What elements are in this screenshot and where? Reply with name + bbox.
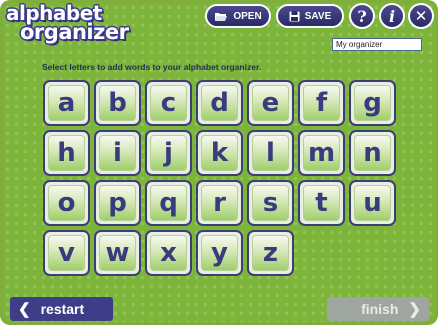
letter-label: q <box>150 185 187 221</box>
letter-grid: abcdefg hijklmn opqrstu vwxyz <box>43 80 396 276</box>
letter-tile-o[interactable]: o <box>43 180 90 226</box>
letter-label: x <box>150 235 187 271</box>
letter-tile-u[interactable]: u <box>349 180 396 226</box>
letter-label: k <box>201 135 238 171</box>
letter-tile-w[interactable]: w <box>94 230 141 276</box>
info-icon: i <box>388 6 396 26</box>
restart-button-label: restart <box>40 301 85 317</box>
letter-label: w <box>99 235 136 271</box>
letter-tile-r[interactable]: r <box>196 180 243 226</box>
letter-label: u <box>354 185 391 221</box>
letter-tile-v[interactable]: v <box>43 230 90 276</box>
letter-label: f <box>303 85 340 121</box>
letter-label: g <box>354 85 391 121</box>
app-logo: alphabet organizer <box>4 1 164 47</box>
letter-tile-i[interactable]: i <box>94 130 141 176</box>
letter-label: e <box>252 85 289 121</box>
help-icon: ? <box>357 6 367 26</box>
save-button[interactable]: SAVE <box>276 4 344 28</box>
letter-label: p <box>99 185 136 221</box>
restart-button[interactable]: ❮ restart <box>10 297 113 321</box>
letter-label: s <box>252 185 289 221</box>
close-icon: ✕ <box>414 7 428 25</box>
letter-label: r <box>201 185 238 221</box>
letter-tile-x[interactable]: x <box>145 230 192 276</box>
close-button[interactable]: ✕ <box>408 3 434 29</box>
letter-tile-y[interactable]: y <box>196 230 243 276</box>
letter-label: d <box>201 85 238 121</box>
letter-label: h <box>48 135 85 171</box>
letter-tile-m[interactable]: m <box>298 130 345 176</box>
logo-line-2: organizer <box>20 20 129 44</box>
help-button[interactable]: ? <box>349 3 375 29</box>
letter-label: t <box>303 185 340 221</box>
letter-tile-k[interactable]: k <box>196 130 243 176</box>
chevron-left-icon: ❮ <box>18 301 31 318</box>
chevron-right-icon: ❯ <box>408 301 421 318</box>
open-button[interactable]: OPEN <box>205 4 271 28</box>
letter-label: v <box>48 235 85 271</box>
letter-label: m <box>303 135 340 171</box>
letter-tile-t[interactable]: t <box>298 180 345 226</box>
open-button-label: OPEN <box>233 10 262 22</box>
floppy-disk-icon <box>289 11 300 21</box>
finish-button: finish ❯ <box>327 297 429 321</box>
letter-tile-g[interactable]: g <box>349 80 396 126</box>
instruction-text: Select letters to add words to your alph… <box>42 62 262 72</box>
letter-tile-n[interactable]: n <box>349 130 396 176</box>
letter-label: l <box>252 135 289 171</box>
letter-label: y <box>201 235 238 271</box>
letter-tile-z[interactable]: z <box>247 230 294 276</box>
letter-label: i <box>99 135 136 171</box>
letter-tile-h[interactable]: h <box>43 130 90 176</box>
letter-tile-j[interactable]: j <box>145 130 192 176</box>
letter-label: a <box>48 85 85 121</box>
letter-tile-f[interactable]: f <box>298 80 345 126</box>
letter-tile-q[interactable]: q <box>145 180 192 226</box>
letter-label: z <box>252 235 289 271</box>
letter-tile-b[interactable]: b <box>94 80 141 126</box>
letter-tile-l[interactable]: l <box>247 130 294 176</box>
letter-tile-a[interactable]: a <box>43 80 90 126</box>
letter-label: c <box>150 85 187 121</box>
letter-tile-s[interactable]: s <box>247 180 294 226</box>
info-button[interactable]: i <box>379 3 405 29</box>
save-button-label: SAVE <box>304 10 332 22</box>
folder-open-icon <box>215 12 228 21</box>
finish-button-label: finish <box>361 301 399 317</box>
letter-label: o <box>48 185 85 221</box>
letter-tile-p[interactable]: p <box>94 180 141 226</box>
letter-tile-c[interactable]: c <box>145 80 192 126</box>
letter-label: b <box>99 85 136 121</box>
letter-tile-e[interactable]: e <box>247 80 294 126</box>
app-window: alphabet organizer OPEN SAVE ? i ✕ Selec… <box>0 0 438 325</box>
letter-tile-d[interactable]: d <box>196 80 243 126</box>
letter-label: j <box>150 135 187 171</box>
letter-label: n <box>354 135 391 171</box>
organizer-title-input[interactable] <box>332 38 422 51</box>
